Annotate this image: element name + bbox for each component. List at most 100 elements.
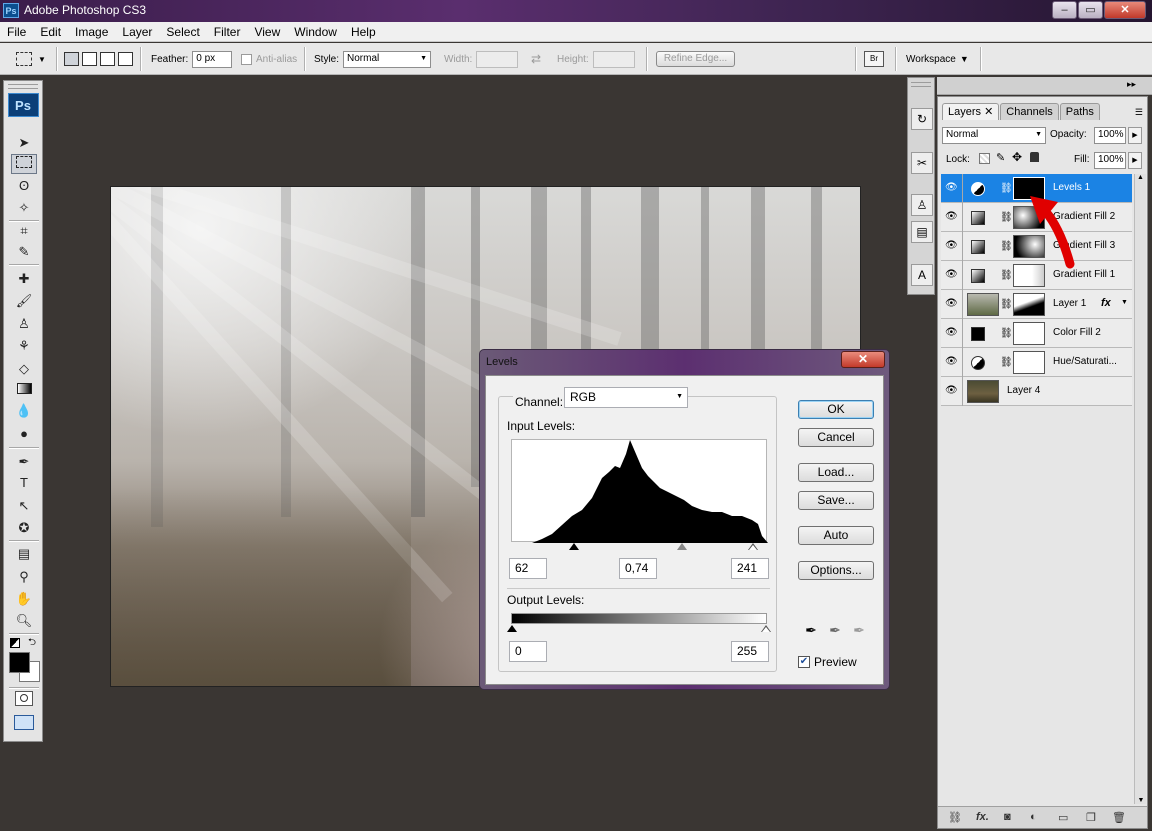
swap-colors-icon[interactable]: ⮌ bbox=[28, 635, 36, 652]
notes-tool-icon[interactable]: ▤ bbox=[11, 544, 37, 564]
visibility-eye-icon[interactable]: 👁 bbox=[945, 240, 958, 252]
history-panel-icon[interactable]: ↻ bbox=[911, 108, 933, 130]
collapse-panels-icon[interactable]: ▸▸ bbox=[1127, 79, 1136, 90]
opacity-input[interactable]: 100% bbox=[1094, 127, 1126, 144]
history-brush-tool-icon[interactable]: ⚘ bbox=[11, 336, 37, 356]
style-select[interactable]: Normal ▼ bbox=[343, 50, 432, 68]
visibility-eye-icon[interactable]: 👁 bbox=[945, 182, 958, 194]
screen-mode-icon[interactable] bbox=[14, 715, 34, 730]
layer-row[interactable]: 👁 ⛓ Hue/Saturati... bbox=[941, 348, 1132, 377]
layer-mask-thumbnail[interactable] bbox=[1013, 351, 1045, 374]
visibility-eye-icon[interactable]: 👁 bbox=[945, 269, 958, 281]
link-chain-icon[interactable]: ⛓ bbox=[1000, 357, 1013, 368]
delete-layer-icon[interactable]: 🗑 bbox=[1112, 811, 1126, 824]
hand-tool-icon[interactable]: ✋ bbox=[11, 589, 37, 609]
menu-filter[interactable]: Filter bbox=[207, 25, 248, 39]
layers-scrollbar[interactable]: ▲ ▼ bbox=[1134, 174, 1146, 804]
blur-tool-icon[interactable]: 💧 bbox=[11, 401, 37, 421]
menu-help[interactable]: Help bbox=[344, 25, 383, 39]
lock-transparency-icon[interactable] bbox=[979, 153, 990, 164]
blend-mode-select[interactable]: Normal ▼ bbox=[942, 127, 1046, 144]
marquee-tool-icon[interactable] bbox=[11, 154, 37, 174]
eyedropper-tool-icon[interactable]: ⚲ bbox=[11, 567, 37, 587]
link-chain-icon[interactable]: ⛓ bbox=[1000, 299, 1013, 310]
brush-tool-icon[interactable]: 🖌 bbox=[11, 291, 37, 311]
input-black-field[interactable]: 62 bbox=[509, 558, 547, 579]
antialias-checkbox[interactable] bbox=[241, 53, 252, 65]
refine-edge-button[interactable]: Refine Edge... bbox=[656, 51, 735, 67]
add-layer-style-icon[interactable]: fx. bbox=[976, 811, 989, 823]
fill-arrow-icon[interactable]: ▶ bbox=[1128, 152, 1142, 169]
tab-paths[interactable]: Paths bbox=[1059, 103, 1100, 120]
link-layers-icon[interactable]: ⛓ bbox=[948, 811, 962, 824]
input-gamma-field[interactable]: 0,74 bbox=[619, 558, 657, 579]
black-point-eyedropper-icon[interactable]: ✒ bbox=[802, 622, 820, 640]
chevron-down-icon[interactable]: ▼ bbox=[1121, 299, 1128, 306]
tool-preset-picker[interactable]: ▼ bbox=[16, 50, 46, 68]
options-button[interactable]: Options... bbox=[798, 561, 874, 580]
clone-source-icon[interactable]: ♙ bbox=[911, 194, 933, 216]
cancel-button[interactable]: Cancel bbox=[798, 428, 874, 447]
width-input[interactable] bbox=[476, 50, 519, 68]
swap-dimensions-icon[interactable]: ⇄ bbox=[531, 52, 541, 66]
opacity-arrow-icon[interactable]: ▶ bbox=[1128, 127, 1142, 144]
auto-button[interactable]: Auto bbox=[798, 526, 874, 545]
link-chain-icon[interactable]: ⛓ bbox=[1000, 270, 1013, 281]
fill-input[interactable]: 100% bbox=[1094, 152, 1126, 169]
new-layer-icon[interactable]: ❐ bbox=[1086, 811, 1096, 824]
pen-tool-icon[interactable]: ✒ bbox=[11, 452, 37, 472]
dodge-tool-icon[interactable]: ● bbox=[11, 424, 37, 444]
menu-file[interactable]: File bbox=[0, 25, 33, 39]
visibility-eye-icon[interactable]: 👁 bbox=[945, 327, 958, 339]
move-tool-icon[interactable]: ➤ bbox=[11, 133, 37, 153]
lock-pixels-icon[interactable]: ✎ bbox=[996, 151, 1005, 164]
lock-all-icon[interactable] bbox=[1030, 152, 1039, 162]
path-selection-tool-icon[interactable]: ↖ bbox=[11, 496, 37, 516]
link-chain-icon[interactable]: ⛓ bbox=[1000, 212, 1013, 223]
crop-tool-icon[interactable]: ⌗ bbox=[11, 221, 37, 241]
photoshop-logo[interactable]: Ps bbox=[7, 93, 39, 117]
bridge-icon[interactable]: Br bbox=[864, 51, 884, 67]
new-adjustment-layer-icon[interactable]: ◐ bbox=[1030, 811, 1037, 823]
link-chain-icon[interactable]: ⛓ bbox=[1000, 241, 1013, 252]
slice-tool-icon[interactable]: ✎ bbox=[11, 242, 37, 262]
quick-mask-icon[interactable] bbox=[15, 691, 33, 706]
lock-position-icon[interactable]: ✥ bbox=[1012, 150, 1022, 164]
add-mask-icon[interactable]: ◙ bbox=[1004, 811, 1011, 823]
panel-menu-icon[interactable]: ☰ bbox=[1135, 107, 1143, 118]
ok-button[interactable]: OK bbox=[798, 400, 874, 419]
subtract-selection-icon[interactable] bbox=[100, 52, 115, 66]
input-black-slider[interactable] bbox=[569, 543, 579, 550]
clone-stamp-tool-icon[interactable]: ♙ bbox=[11, 314, 37, 334]
preview-checkbox[interactable]: ✔ bbox=[798, 656, 810, 668]
visibility-eye-icon[interactable]: 👁 bbox=[945, 298, 958, 310]
visibility-eye-icon[interactable]: 👁 bbox=[945, 385, 958, 397]
dialog-close-button[interactable]: ✕ bbox=[841, 351, 885, 368]
dock-grip[interactable] bbox=[911, 82, 931, 87]
link-chain-icon[interactable]: ⛓ bbox=[1000, 183, 1013, 194]
eraser-tool-icon[interactable]: ◇ bbox=[11, 359, 37, 379]
layer-effects-icon[interactable]: fx bbox=[1101, 297, 1111, 309]
add-selection-icon[interactable] bbox=[82, 52, 97, 66]
input-gamma-slider[interactable] bbox=[677, 543, 687, 550]
layer-row[interactable]: 👁 Layer 4 bbox=[941, 377, 1132, 406]
minimize-button[interactable]: ‒ bbox=[1052, 1, 1077, 19]
gray-point-eyedropper-icon[interactable]: ✒ bbox=[826, 622, 844, 640]
layer-row[interactable]: 👁 ⛓ Layer 1 fx ▼ bbox=[941, 290, 1132, 319]
visibility-eye-icon[interactable]: 👁 bbox=[945, 356, 958, 368]
brushes-icon[interactable]: ▤ bbox=[911, 221, 933, 243]
new-group-icon[interactable]: ▭ bbox=[1058, 811, 1068, 824]
menu-window[interactable]: Window bbox=[287, 25, 344, 39]
feather-input[interactable]: 0 px bbox=[192, 50, 233, 68]
output-white-field[interactable]: 255 bbox=[731, 641, 769, 662]
maximize-button[interactable]: ▭ bbox=[1078, 1, 1103, 19]
tab-channels[interactable]: Channels bbox=[1000, 103, 1059, 120]
workspace-menu[interactable]: Workspace ▼ bbox=[906, 50, 969, 68]
menu-view[interactable]: View bbox=[247, 25, 287, 39]
zoom-tool-icon[interactable]: 🔍︎ bbox=[11, 611, 37, 631]
foreground-color-swatch[interactable] bbox=[9, 652, 30, 673]
menu-edit[interactable]: Edit bbox=[33, 25, 68, 39]
panel-grip[interactable] bbox=[8, 84, 38, 89]
scroll-up-icon[interactable]: ▲ bbox=[1135, 174, 1146, 181]
menu-select[interactable]: Select bbox=[159, 25, 206, 39]
